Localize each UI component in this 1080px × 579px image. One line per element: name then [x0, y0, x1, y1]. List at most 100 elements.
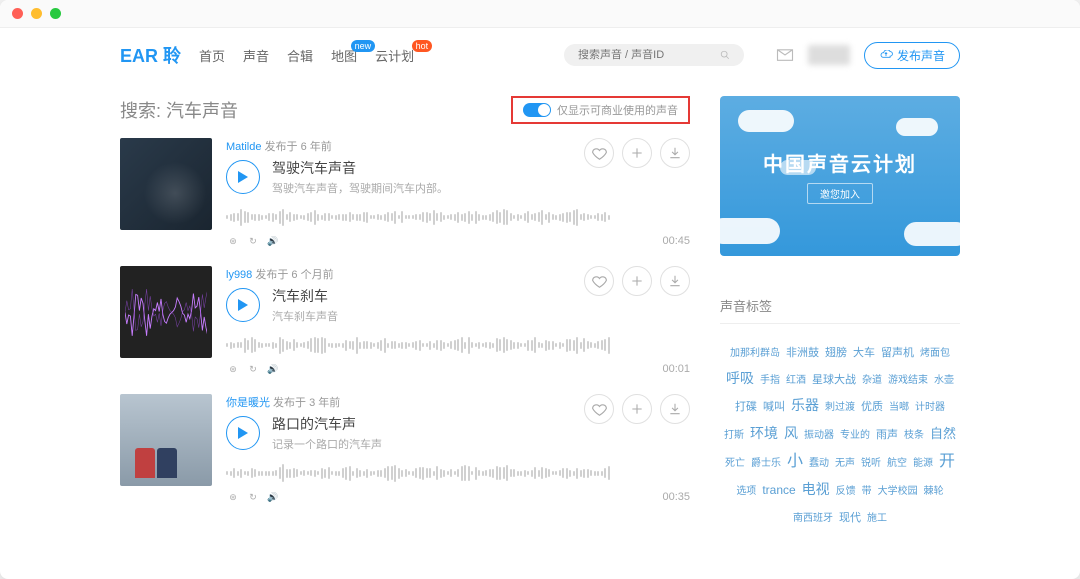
- tag[interactable]: 大车: [853, 344, 875, 363]
- author-link[interactable]: ly998: [226, 269, 252, 281]
- user-avatar[interactable]: [808, 45, 850, 65]
- sound-duration: 00:35: [662, 491, 690, 503]
- logo[interactable]: EAR 聆: [120, 42, 181, 68]
- tag[interactable]: 雨声: [876, 426, 898, 445]
- nav-albums[interactable]: 合辑: [287, 46, 313, 65]
- tag[interactable]: 打斯: [724, 427, 744, 444]
- download-button[interactable]: [660, 394, 690, 424]
- sound-title[interactable]: 路口的汽车声: [272, 414, 382, 434]
- tag[interactable]: 无声: [835, 455, 855, 472]
- waveform[interactable]: [226, 206, 690, 228]
- close-dot[interactable]: [12, 8, 23, 19]
- tag[interactable]: 手指: [760, 372, 780, 389]
- tag[interactable]: 风: [784, 422, 798, 446]
- tag[interactable]: 优质: [861, 398, 883, 417]
- tag[interactable]: 打碟: [735, 398, 757, 417]
- tag[interactable]: 南西班牙: [793, 510, 833, 527]
- maximize-dot[interactable]: [50, 8, 61, 19]
- waveform[interactable]: [226, 334, 690, 356]
- play-button[interactable]: [226, 160, 260, 194]
- minimize-dot[interactable]: [31, 8, 42, 19]
- promo-subtitle: 邀您加入: [807, 183, 873, 204]
- tag[interactable]: 蠢动: [809, 455, 829, 472]
- tag[interactable]: 专业的: [840, 427, 870, 444]
- search-box[interactable]: [564, 44, 744, 66]
- search-input[interactable]: [578, 49, 720, 61]
- tag[interactable]: 选项: [736, 483, 756, 500]
- badge-hot: hot: [412, 40, 433, 52]
- tag[interactable]: 水壶: [934, 372, 954, 389]
- tag[interactable]: 计时器: [915, 399, 945, 416]
- tag[interactable]: 加那利群岛: [730, 345, 780, 362]
- mail-icon[interactable]: [776, 48, 794, 62]
- add-button[interactable]: [622, 266, 652, 296]
- nav-map[interactable]: 地图new: [331, 46, 357, 65]
- tag[interactable]: 当啷: [889, 399, 909, 416]
- play-button[interactable]: [226, 416, 260, 450]
- tag[interactable]: 枝条: [904, 427, 924, 444]
- sound-title[interactable]: 汽车刹车: [272, 286, 338, 306]
- favorite-button[interactable]: [584, 266, 614, 296]
- author-link[interactable]: Matilde: [226, 141, 261, 153]
- play-button[interactable]: [226, 288, 260, 322]
- tag[interactable]: 游戏结束: [888, 372, 928, 389]
- sound-thumbnail[interactable]: [120, 266, 212, 358]
- promo-banner[interactable]: 中国声音云计划 邀您加入: [720, 96, 960, 256]
- tag[interactable]: 振动器: [804, 427, 834, 444]
- tag[interactable]: 翅膀: [825, 344, 847, 363]
- tag[interactable]: 棘轮: [924, 483, 944, 500]
- tag[interactable]: 开: [939, 448, 955, 475]
- nav-home[interactable]: 首页: [199, 46, 225, 65]
- tag-cloud: 加那利群岛非洲鼓翅膀大车留声机烤面包呼吸手指红酒星球大战杂道游戏结束水壶打碟喊叫…: [720, 338, 960, 530]
- tag[interactable]: 乐器: [791, 394, 819, 418]
- commercial-toggle[interactable]: [523, 103, 551, 117]
- tag[interactable]: 小: [787, 448, 803, 475]
- cloud-upload-icon: [879, 50, 893, 60]
- tag[interactable]: 电视: [802, 478, 830, 502]
- download-button[interactable]: [660, 138, 690, 168]
- tag[interactable]: 施工: [867, 510, 887, 527]
- tag[interactable]: 留声机: [881, 344, 914, 363]
- favorite-button[interactable]: [584, 394, 614, 424]
- tag[interactable]: 大学校园: [878, 483, 918, 500]
- sound-desc: 记录一个路口的汽车声: [272, 436, 382, 452]
- search-icon: [720, 49, 730, 61]
- tag[interactable]: 自然: [930, 423, 956, 445]
- tag[interactable]: trance: [762, 480, 795, 500]
- download-button[interactable]: [660, 266, 690, 296]
- sound-thumbnail[interactable]: [120, 394, 212, 486]
- nav-cloud[interactable]: 云计划hot: [375, 46, 414, 65]
- tag[interactable]: 呼吸: [726, 367, 754, 391]
- tag[interactable]: 航空: [887, 455, 907, 472]
- sound-duration: 00:45: [662, 235, 690, 247]
- sound-desc: 汽车刹车声音: [272, 308, 338, 324]
- nav-sounds[interactable]: 声音: [243, 46, 269, 65]
- sound-thumbnail[interactable]: [120, 138, 212, 230]
- tag[interactable]: 带: [862, 483, 872, 500]
- tags-title: 声音标签: [720, 296, 960, 324]
- favorite-button[interactable]: [584, 138, 614, 168]
- upload-button[interactable]: 发布声音: [864, 42, 960, 69]
- tag[interactable]: 爵士乐: [751, 455, 781, 472]
- sound-desc: 驾驶汽车声音，驾驶期间汽车内部。: [272, 180, 448, 196]
- add-button[interactable]: [622, 394, 652, 424]
- tag[interactable]: 环境: [750, 422, 778, 446]
- add-button[interactable]: [622, 138, 652, 168]
- tag[interactable]: 烤面包: [920, 345, 950, 362]
- tag[interactable]: 锐听: [861, 455, 881, 472]
- tag[interactable]: 刺过渡: [825, 399, 855, 416]
- tag[interactable]: 非洲鼓: [786, 344, 819, 363]
- author-link[interactable]: 你是暖光: [226, 397, 270, 409]
- tag[interactable]: 死亡: [725, 455, 745, 472]
- promo-title: 中国声音云计划: [763, 148, 917, 177]
- tag[interactable]: 红酒: [786, 372, 806, 389]
- tag[interactable]: 反馈: [836, 483, 856, 500]
- sound-title[interactable]: 驾驶汽车声音: [272, 158, 448, 178]
- sound-card: ly998 发布于 6 个月前汽车刹车汽车刹车声音⊛↻🔊00:01: [120, 266, 690, 376]
- tag[interactable]: 现代: [839, 509, 861, 528]
- tag[interactable]: 能源: [913, 455, 933, 472]
- tag[interactable]: 喊叫: [763, 398, 785, 417]
- waveform[interactable]: [226, 462, 690, 484]
- tag[interactable]: 杂道: [862, 372, 882, 389]
- tag[interactable]: 星球大战: [812, 371, 856, 390]
